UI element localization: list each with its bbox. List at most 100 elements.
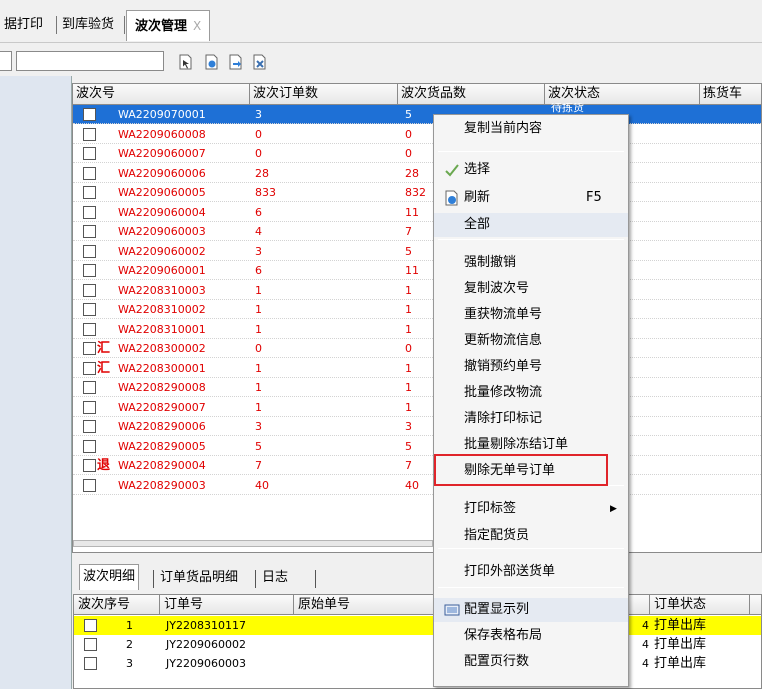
menu-item-configure-columns[interactable]: 配置显示列: [434, 598, 628, 622]
document-delete-icon[interactable]: [252, 54, 267, 70]
table-row[interactable]: WA2208290007 1 1: [73, 398, 761, 417]
table-row[interactable]: 2 JY2209060002 4 打单出库: [74, 635, 761, 654]
tab-log[interactable]: 日志: [259, 568, 291, 588]
order-count: 3: [255, 108, 262, 121]
row-checkbox[interactable]: [83, 459, 96, 472]
order-count: 1: [255, 400, 262, 414]
table-row[interactable]: WA2208290005 5 5: [73, 437, 761, 456]
tab-inspection[interactable]: 到库验货: [58, 12, 118, 38]
table-row[interactable]: WA2208310002 1 1: [73, 300, 761, 319]
menu-item-configure-page-rows[interactable]: 配置页行数: [434, 650, 628, 674]
row-checkbox[interactable]: [83, 127, 96, 141]
check-icon: [444, 162, 460, 178]
table-row[interactable]: WA2209060003 4 7: [73, 222, 761, 241]
table-row[interactable]: 汇 WA2208300002 0 0: [73, 339, 761, 358]
menu-separator: [438, 151, 624, 152]
document-refresh-icon[interactable]: [204, 54, 219, 70]
tab-print[interactable]: 据打印: [0, 12, 47, 38]
order-count: 6: [255, 264, 262, 277]
horizontal-scrollbar[interactable]: [73, 540, 433, 547]
row-checkbox[interactable]: [83, 322, 96, 336]
row-checkbox[interactable]: [84, 638, 97, 651]
col-wave-seq[interactable]: 波次序号: [74, 595, 160, 615]
tab-close-icon[interactable]: X: [193, 19, 201, 33]
menu-item-print-external-delivery[interactable]: 打印外部送货单: [434, 560, 628, 584]
row-checkbox[interactable]: [83, 283, 96, 297]
menu-item-refetch-logistics-no[interactable]: 重获物流单号: [434, 303, 628, 327]
menu-item-cancel-reservation-no[interactable]: 撤销预约单号: [434, 355, 628, 379]
table-row[interactable]: WA2209060006 28 28: [73, 164, 761, 183]
tab-wave-management[interactable]: 波次管理 X: [126, 10, 211, 41]
order-status: 打单出库: [654, 618, 707, 633]
col-item-count[interactable]: 波次货品数: [398, 84, 545, 104]
wave-number: WA2209060004: [118, 205, 206, 219]
row-checkbox[interactable]: [83, 303, 96, 316]
col-wave-no[interactable]: 波次号: [73, 84, 250, 104]
table-row[interactable]: WA2208290008 1 1: [73, 378, 761, 397]
table-row[interactable]: WA2209070001 3 5 待拣货: [73, 103, 761, 124]
row-checkbox[interactable]: [84, 619, 97, 632]
tab-wave-detail[interactable]: 波次明细: [79, 564, 140, 590]
row-checkbox[interactable]: [83, 225, 96, 238]
table-row[interactable]: WA2208310001 1 1: [73, 320, 761, 339]
row-checkbox[interactable]: [83, 400, 96, 414]
col-picking-cart[interactable]: 拣货车: [700, 84, 761, 104]
table-row[interactable]: WA2208290006 3 3: [73, 417, 761, 436]
table-row[interactable]: 退 WA2208290004 7 7: [73, 456, 761, 475]
row-checkbox[interactable]: [83, 186, 96, 199]
document-arrow-icon[interactable]: [228, 54, 243, 70]
col-order-no[interactable]: 订单号: [160, 595, 294, 615]
menu-item-copy-wave-no[interactable]: 复制波次号: [434, 277, 628, 301]
menu-item-print-label[interactable]: 打印标签 ▶: [434, 497, 628, 521]
table-row[interactable]: WA2209060004 6 11: [73, 203, 761, 222]
table-row[interactable]: WA2209060001 6 11: [73, 261, 761, 280]
row-checkbox[interactable]: [84, 657, 97, 670]
table-row[interactable]: WA2209060008 0 0: [73, 125, 761, 144]
table-row[interactable]: WA2209060002 3 5: [73, 242, 761, 261]
menu-item-refresh[interactable]: 刷新 F5: [434, 186, 628, 210]
row-checkbox[interactable]: [83, 439, 96, 453]
wave-number: WA2208290004: [118, 459, 206, 472]
menu-item-batch-modify-logistics[interactable]: 批量修改物流: [434, 381, 628, 405]
menu-item-all[interactable]: 全部: [434, 213, 628, 237]
order-status: 打单出库: [654, 656, 707, 671]
row-checkbox[interactable]: [83, 166, 96, 180]
table-row[interactable]: 1 JY2208310117 4 打单出库: [74, 616, 761, 635]
row-checkbox[interactable]: [83, 342, 96, 355]
wave-number: WA2208310003: [118, 283, 206, 297]
row-checkbox[interactable]: [83, 361, 96, 375]
table-row[interactable]: WA2208310003 1 1: [73, 281, 761, 300]
menu-item-assign-picker[interactable]: 指定配货员: [434, 524, 628, 548]
prefix-field[interactable]: [0, 51, 12, 71]
table-row[interactable]: 汇 WA2208300001 1 1: [73, 359, 761, 378]
row-checkbox[interactable]: [83, 381, 96, 394]
menu-item-update-logistics-info[interactable]: 更新物流信息: [434, 329, 628, 353]
col-order-count[interactable]: 波次订单数: [250, 84, 398, 104]
row-checkbox[interactable]: [83, 205, 96, 219]
menu-item-save-grid-layout[interactable]: 保存表格布局: [434, 624, 628, 648]
document-pointer-icon[interactable]: [178, 54, 193, 70]
wave-number: WA2208290005: [118, 439, 206, 453]
menu-item-copy-content[interactable]: 复制当前内容: [434, 117, 628, 141]
order-count: 1: [255, 303, 262, 316]
menu-item-force-revoke[interactable]: 强制撤销: [434, 251, 628, 275]
table-row[interactable]: WA2209060007 0 0: [73, 144, 761, 163]
table-row[interactable]: WA2209060005 833 832: [73, 183, 761, 202]
row-checkbox[interactable]: [83, 478, 96, 492]
row-checkbox[interactable]: [83, 147, 96, 160]
col-wave-status[interactable]: 波次状态: [545, 84, 700, 104]
menu-item-clear-print-mark[interactable]: 清除打印标记: [434, 407, 628, 431]
order-count: 1: [255, 381, 262, 394]
search-input[interactable]: [16, 51, 164, 71]
tab-order-items[interactable]: 订单货品明细: [157, 568, 241, 588]
menu-item-select[interactable]: 选择: [434, 158, 628, 182]
row-checkbox[interactable]: [83, 420, 96, 433]
table-row[interactable]: 3 JY2209060003 4 打单出库: [74, 654, 761, 673]
row-checkbox[interactable]: [83, 244, 96, 258]
row-checkbox[interactable]: [83, 108, 96, 121]
tab-log-label: 日志: [262, 570, 289, 585]
col-order-status[interactable]: 订单状态: [650, 595, 750, 615]
table-row[interactable]: WA2208290003 40 40: [73, 476, 761, 495]
shortcut-label: F5: [586, 190, 602, 205]
row-checkbox[interactable]: [83, 264, 96, 277]
